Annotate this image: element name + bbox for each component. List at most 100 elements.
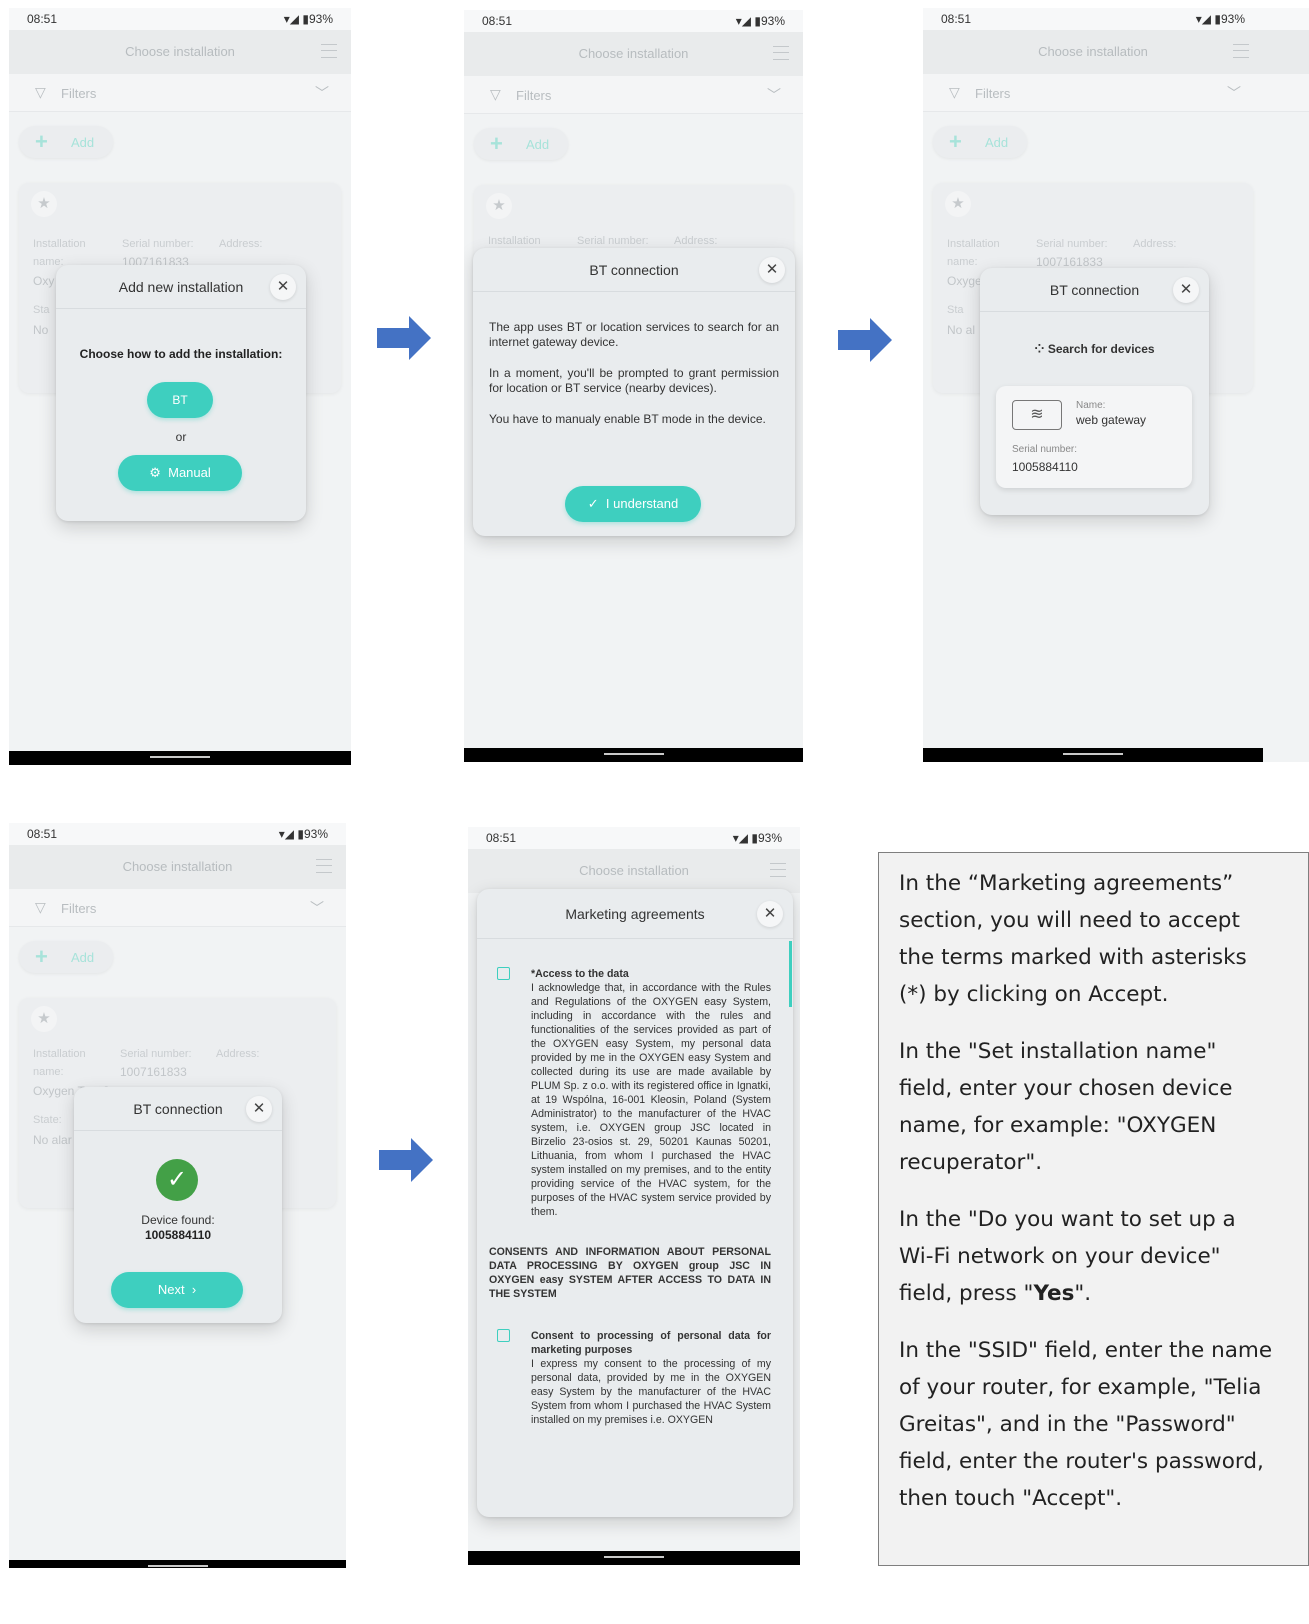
- status-time: 08:51: [941, 12, 972, 26]
- menu-icon[interactable]: [1233, 44, 1249, 58]
- state-label: Sta: [33, 304, 50, 316]
- nav-bar: [464, 748, 803, 762]
- scrollbar[interactable]: [789, 941, 792, 1007]
- app-bar: Choose installation: [9, 30, 351, 74]
- phone-screen-marketing-agreements: 08:51 ▾◢ ▮93% Choose installation Market…: [468, 827, 800, 1565]
- add-installation-modal: Add new installation ✕ Choose how to add…: [56, 265, 306, 521]
- installation-label: Installation: [488, 235, 541, 247]
- installation-label: Installation: [33, 238, 86, 250]
- close-icon[interactable]: ✕: [1173, 277, 1199, 303]
- filters-bar[interactable]: ▽ Filters ﹀: [464, 76, 803, 114]
- device-serial: 1005884110: [1012, 460, 1078, 474]
- status-battery: ▾◢ ▮93%: [1195, 12, 1245, 26]
- star-icon[interactable]: ★: [945, 191, 971, 217]
- agreement-checkbox[interactable]: [497, 1329, 510, 1342]
- star-icon[interactable]: ★: [31, 1006, 57, 1032]
- instructions-box: In the “Marketing agreements” section, yo…: [878, 852, 1309, 1566]
- status-bar: 08:51 ▾◢ ▮93%: [9, 823, 346, 845]
- add-method-prompt: Choose how to add the installation:: [79, 347, 283, 361]
- modal-title: Add new installation: [118, 279, 244, 295]
- menu-icon[interactable]: [316, 859, 332, 873]
- serial-value: 1007161833: [1036, 255, 1103, 269]
- chevron-down-icon[interactable]: ﹀: [1227, 83, 1241, 103]
- device-found-label: Device found:: [141, 1213, 215, 1227]
- bt-connection-modal: BT connection ✕ ✓ Device found: 10058841…: [74, 1087, 282, 1323]
- wifi-icon: ≋: [1012, 400, 1062, 430]
- state-label: State:: [33, 1114, 62, 1126]
- marketing-agreements-modal: Marketing agreements ✕ *Access to the da…: [477, 889, 793, 1517]
- chevron-right-icon: ›: [191, 1282, 197, 1297]
- filters-bar[interactable]: ▽ Filters ﹀: [9, 889, 346, 927]
- agreement-text: I acknowledge that, in accordance with t…: [531, 982, 771, 1218]
- filters-label: Filters: [516, 88, 552, 103]
- address-label: Address:: [1133, 238, 1177, 250]
- add-button[interactable]: + Add: [19, 126, 113, 158]
- phone-screen-search-devices: 08:51 ▾◢ ▮93% Choose installation ▽ Filt…: [923, 8, 1309, 762]
- bt-button[interactable]: BT: [147, 382, 213, 418]
- chevron-down-icon[interactable]: ﹀: [315, 83, 329, 103]
- or-label: or: [175, 430, 187, 444]
- bt-connection-modal: BT connection ✕ The app uses BT or locat…: [473, 248, 795, 536]
- instruction-paragraph: In the "Set installation name" field, ent…: [899, 1039, 1233, 1175]
- i-understand-button[interactable]: ✓ I understand: [565, 486, 701, 522]
- instruction-paragraph: In the "SSID" field, enter the name of yo…: [899, 1338, 1273, 1511]
- status-time: 08:51: [27, 827, 58, 841]
- next-button[interactable]: Next ›: [111, 1272, 243, 1308]
- nav-bar: [468, 1551, 800, 1565]
- filters-label: Filters: [61, 901, 97, 916]
- instruction-paragraph: In the "Do you want to set up a Wi-Fi net…: [899, 1207, 1236, 1306]
- state-label: Sta: [947, 304, 964, 316]
- filter-icon: ▽: [949, 84, 960, 100]
- star-icon[interactable]: ★: [31, 191, 57, 217]
- device-card[interactable]: ≋ Name: web gateway Serial number: 10058…: [996, 386, 1192, 488]
- name-label: name:: [947, 256, 978, 268]
- spinner-icon: ⁘: [1034, 342, 1045, 356]
- nav-bar: [9, 1560, 346, 1568]
- close-icon[interactable]: ✕: [270, 274, 296, 300]
- modal-header: Marketing agreements ✕: [477, 889, 793, 939]
- nav-bar: [923, 748, 1263, 762]
- menu-icon[interactable]: [770, 863, 786, 877]
- manual-label: Manual: [168, 465, 211, 480]
- plus-icon: +: [490, 131, 503, 156]
- app-title: Choose installation: [579, 863, 689, 878]
- manual-button[interactable]: ⚙ Manual: [118, 455, 242, 491]
- add-button[interactable]: + Add: [19, 941, 113, 973]
- close-icon[interactable]: ✕: [246, 1096, 272, 1122]
- chevron-down-icon[interactable]: ﹀: [767, 85, 781, 105]
- i-understand-label: I understand: [605, 496, 679, 511]
- app-title: Choose installation: [578, 46, 689, 61]
- add-button[interactable]: + Add: [933, 126, 1027, 158]
- status-battery: ▾◢ ▮93%: [278, 827, 328, 841]
- filter-icon: ▽: [490, 86, 501, 102]
- plus-icon: +: [35, 129, 48, 154]
- chevron-down-icon[interactable]: ﹀: [310, 898, 324, 918]
- agreement-title: *Access to the data: [531, 968, 629, 980]
- app-bar: Choose installation: [923, 30, 1309, 74]
- filter-icon: ▽: [35, 899, 46, 915]
- agreement-checkbox[interactable]: [497, 967, 510, 980]
- filters-bar[interactable]: ▽ Filters ﹀: [9, 74, 351, 112]
- state-value: No al: [947, 323, 976, 337]
- device-found-serial: 1005884110: [144, 1228, 212, 1242]
- status-bar: 08:51 ▾◢ ▮93%: [9, 8, 351, 30]
- address-label: Address:: [219, 238, 263, 250]
- consents-section-heading: CONSENTS AND INFORMATION ABOUT PERSONAL …: [489, 1246, 771, 1300]
- menu-icon[interactable]: [321, 44, 337, 58]
- filter-icon: ▽: [35, 84, 46, 100]
- serial-value: 1007161833: [120, 1065, 187, 1079]
- add-button[interactable]: + Add: [474, 128, 568, 160]
- bt-info-paragraph: The app uses BT or location services to …: [489, 320, 779, 349]
- check-icon: ✓: [587, 496, 599, 511]
- menu-icon[interactable]: [773, 46, 789, 60]
- arrow-right-icon: [838, 318, 892, 362]
- close-icon[interactable]: ✕: [757, 901, 783, 927]
- status-battery: ▾◢ ▮93%: [735, 14, 785, 28]
- star-icon[interactable]: ★: [486, 193, 512, 219]
- close-icon[interactable]: ✕: [759, 257, 785, 283]
- add-label: Add: [526, 137, 550, 152]
- filters-label: Filters: [975, 86, 1011, 101]
- plus-icon: +: [35, 944, 48, 969]
- filters-bar[interactable]: ▽ Filters ﹀: [923, 74, 1309, 112]
- status-battery: ▾◢ ▮93%: [732, 831, 782, 845]
